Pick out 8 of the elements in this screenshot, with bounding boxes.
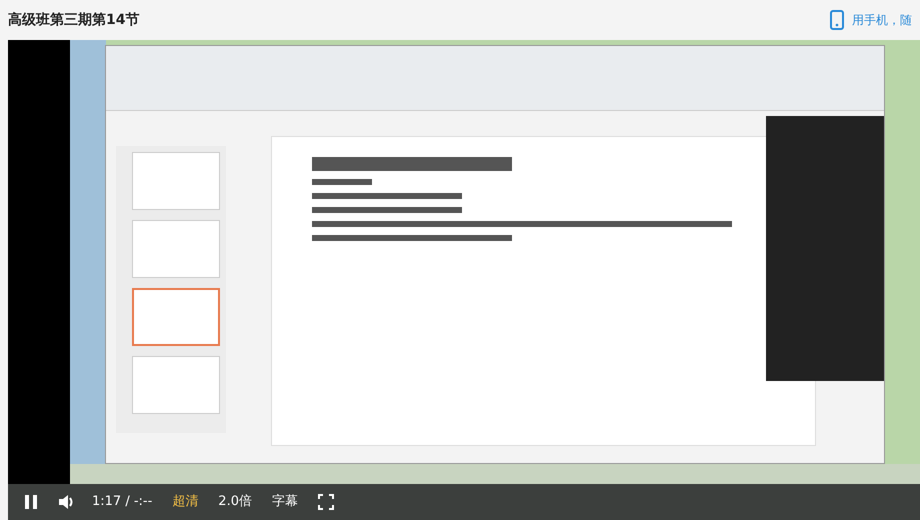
playback-time: 1:17 / -:-- bbox=[92, 493, 152, 512]
subtitles-button[interactable]: 字幕 bbox=[264, 487, 306, 517]
speed-button[interactable]: 2.0倍 bbox=[210, 487, 260, 517]
quality-button[interactable]: 超清 bbox=[164, 487, 206, 517]
lesson-title: 高级班第三期第14节 bbox=[8, 10, 140, 30]
fullscreen-icon bbox=[318, 494, 334, 510]
pause-icon bbox=[24, 494, 38, 510]
phone-icon bbox=[830, 10, 844, 30]
